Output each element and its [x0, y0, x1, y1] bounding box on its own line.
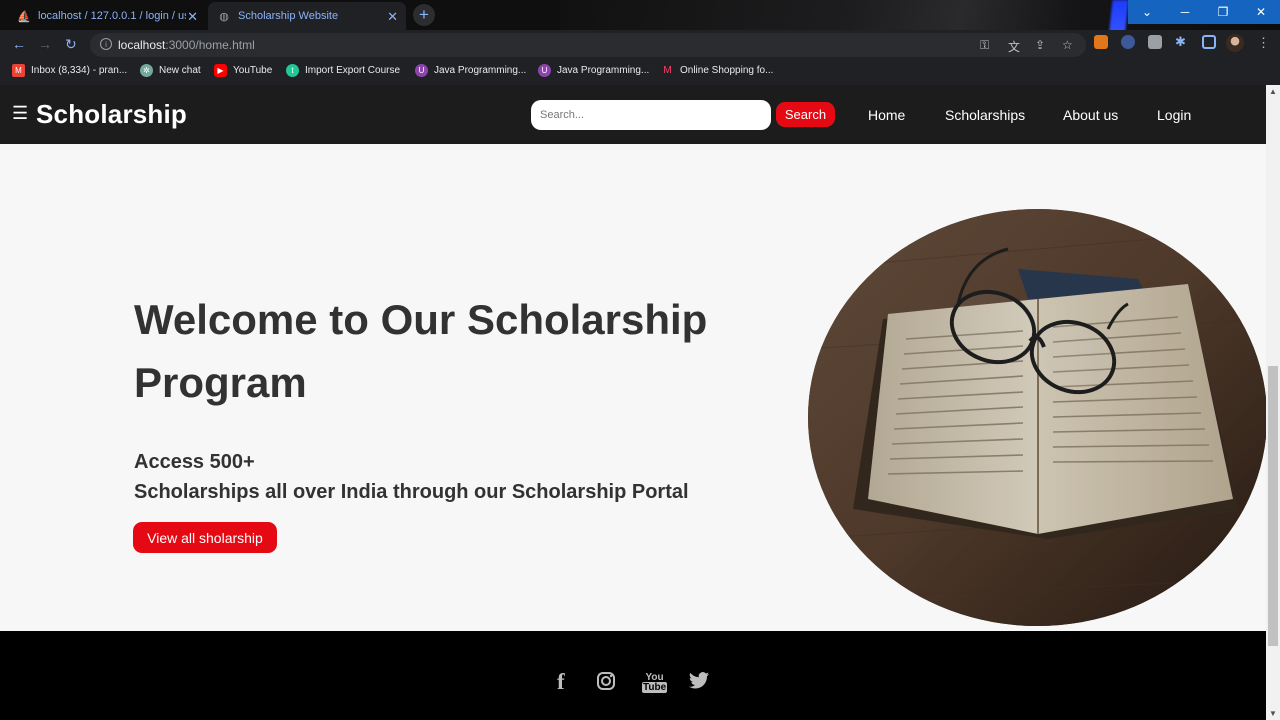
- search-input[interactable]: [531, 100, 771, 130]
- tab-title: localhost / 127.0.0.1 / login / use: [38, 10, 186, 22]
- shield-extension-icon[interactable]: [1121, 35, 1135, 49]
- site-navbar: ☰ Scholarship Search Home Scholarships A…: [0, 85, 1266, 144]
- forward-arrow-icon[interactable]: →: [38, 36, 52, 52]
- book-and-glasses-illustration: [808, 209, 1266, 626]
- close-tab-icon[interactable]: ✕: [187, 9, 198, 25]
- browser-toolbar: ← → ↻ i localhost:3000/home.html ⚿ 文 ⇪ ☆: [0, 30, 1280, 58]
- bookmarks-bar: M Inbox (8,334) - pran... ✲ New chat ▶ YouT…: [0, 58, 1280, 85]
- hero-subtitle-line-2: Scholarships all over India through our …: [134, 481, 689, 503]
- facebook-icon[interactable]: f: [557, 669, 565, 695]
- grey-extension-icon[interactable]: [1148, 35, 1162, 49]
- site-footer: f You Tube: [0, 631, 1266, 720]
- hero-title: Welcome to Our Scholarship Program: [134, 296, 708, 406]
- hero-subtitle: Access 500+ Scholarships all over India …: [134, 447, 774, 507]
- close-tab-icon[interactable]: ✕: [387, 9, 398, 25]
- bookmark-item[interactable]: U Java Programming...: [415, 64, 526, 77]
- nav-link-login[interactable]: Login: [1157, 107, 1191, 123]
- tab-title: Scholarship Website: [238, 10, 339, 22]
- hero-subtitle-line-1: Access 500+: [134, 451, 255, 473]
- url-text: localhost:3000/home.html: [118, 38, 255, 52]
- side-panel-icon[interactable]: [1202, 35, 1216, 49]
- nav-link-home[interactable]: Home: [868, 107, 905, 123]
- metamask-extension-icon[interactable]: [1094, 35, 1108, 49]
- youtube-icon[interactable]: You Tube: [642, 673, 668, 693]
- nav-link-about-us[interactable]: About us: [1063, 107, 1118, 123]
- bookmark-item[interactable]: t Import Export Course: [286, 64, 400, 77]
- myntra-icon: M: [663, 65, 672, 76]
- hero-book-image: [808, 209, 1266, 626]
- bookmark-item[interactable]: U Java Programming...: [538, 64, 649, 77]
- bookmark-star-icon[interactable]: ☆: [1062, 38, 1073, 52]
- java-icon: U: [415, 64, 428, 77]
- browser-tab-scholarship[interactable]: ◍ Scholarship Website ✕: [208, 2, 406, 30]
- phpmyadmin-favicon-icon: ⛵: [17, 10, 31, 23]
- course-icon: t: [286, 64, 299, 77]
- view-all-scholarships-button[interactable]: View all sholarship: [133, 522, 277, 553]
- scroll-down-arrow-icon[interactable]: ▼: [1269, 709, 1277, 718]
- password-key-icon[interactable]: ⚿: [980, 38, 989, 53]
- page-scrollbar[interactable]: ▲ ▼: [1266, 85, 1280, 720]
- extensions-puzzle-icon[interactable]: ✱: [1175, 35, 1189, 49]
- bookmark-item[interactable]: M Online Shopping fo...: [661, 64, 773, 77]
- hamburger-menu-icon[interactable]: ☰: [12, 104, 28, 122]
- browser-tab-strip: ⛵ localhost / 127.0.0.1 / login / use ✕ …: [0, 0, 1280, 30]
- bookmark-item[interactable]: ▶ YouTube: [214, 64, 272, 77]
- java-icon: U: [538, 64, 551, 77]
- site-info-icon[interactable]: i: [100, 38, 112, 50]
- twitter-icon[interactable]: [688, 671, 710, 697]
- profile-avatar[interactable]: [1226, 34, 1244, 52]
- bookmark-item[interactable]: ✲ New chat: [140, 64, 201, 77]
- new-tab-button[interactable]: +: [413, 4, 435, 26]
- scrollbar-thumb[interactable]: [1268, 366, 1278, 646]
- page-viewport: ☰ Scholarship Search Home Scholarships A…: [0, 85, 1266, 720]
- back-arrow-icon[interactable]: ←: [12, 36, 26, 52]
- bookmark-item[interactable]: M Inbox (8,334) - pran...: [12, 64, 127, 77]
- chatgpt-icon: ✲: [140, 64, 153, 77]
- reload-icon[interactable]: ↻: [65, 36, 77, 53]
- gmail-icon: M: [12, 64, 25, 77]
- browser-menu-icon[interactable]: ⋮: [1257, 35, 1270, 51]
- translate-icon[interactable]: 文: [1008, 38, 1020, 55]
- instagram-icon[interactable]: [596, 671, 616, 697]
- search-button[interactable]: Search: [776, 102, 835, 127]
- tab-search-button[interactable]: ⌄: [1128, 0, 1166, 24]
- address-bar[interactable]: i localhost:3000/home.html ⚿ 文 ⇪ ☆: [90, 33, 1086, 57]
- share-icon[interactable]: ⇪: [1035, 38, 1045, 52]
- nav-link-scholarships[interactable]: Scholarships: [945, 107, 1025, 123]
- site-brand[interactable]: Scholarship: [36, 99, 187, 130]
- scroll-up-arrow-icon[interactable]: ▲: [1269, 87, 1277, 96]
- close-window-button[interactable]: ✕: [1242, 0, 1280, 24]
- youtube-icon: ▶: [214, 64, 227, 77]
- minimize-button[interactable]: ─: [1166, 0, 1204, 24]
- globe-favicon-icon: ◍: [219, 10, 229, 23]
- restore-button[interactable]: ❐: [1204, 0, 1242, 24]
- browser-tab-phpmyadmin[interactable]: ⛵ localhost / 127.0.0.1 / login / use ✕: [8, 2, 206, 30]
